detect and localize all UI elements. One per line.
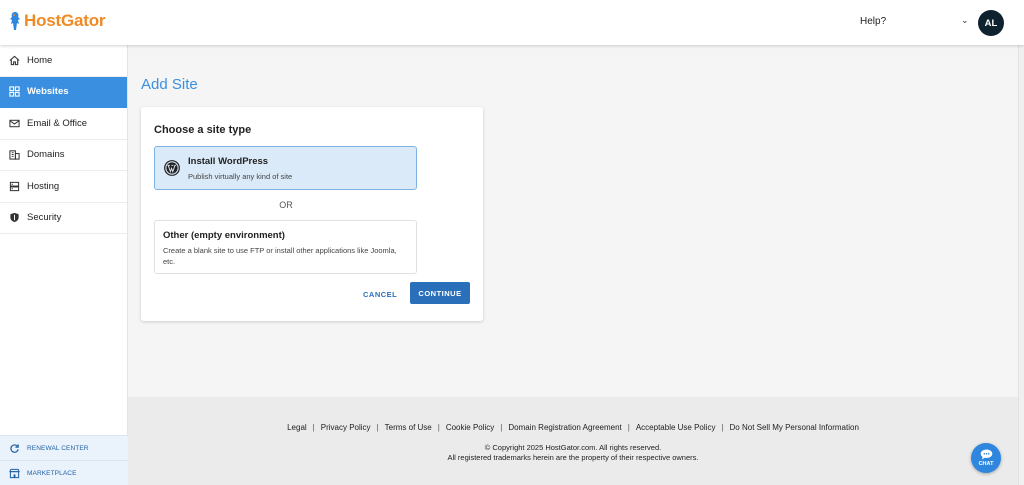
page-title: Add Site [141,76,198,93]
other-option-title: Other (empty environment) [163,230,285,241]
cancel-button[interactable]: CANCEL [363,284,397,305]
logo-text: HostGator [24,11,106,30]
footer-separator: | [627,423,630,432]
footer: Legal | Privacy Policy | Terms of Use | Cookie… [128,397,1018,485]
footer-link-legal[interactable]: Legal [287,423,307,432]
footer-link-domain-registration-agreement[interactable]: Domain Registration Agreement [508,423,621,432]
wordpress-icon [164,160,180,176]
sidebar-item-hosting[interactable]: Hosting [0,171,127,203]
other-option-description: Create a blank site to use FTP or instal… [163,246,397,266]
sidebar-item-label: Security [27,212,62,224]
footer-separator: | [437,423,440,432]
server-icon [9,181,20,192]
sidebar-item-security[interactable]: Security [0,203,127,234]
wordpress-option-title: Install WordPress [188,156,269,167]
marketplace-link[interactable]: MARKETPLACE [0,460,128,485]
top-bar: HostGator Help? ⌄ AL [0,0,1024,45]
sidebar-item-websites[interactable]: Websites [0,76,127,108]
footer-link-privacy-policy[interactable]: Privacy Policy [321,423,371,432]
gator-mascot-icon [10,12,20,30]
renewal-center-label: RENEWAL CENTER [27,444,89,452]
sidebar-item-label: Email & Office [27,117,88,129]
footer-link-terms-of-use[interactable]: Terms of Use [385,423,432,432]
scrollbar[interactable] [1018,45,1024,485]
shield-icon [9,212,20,223]
hostgator-logo[interactable]: HostGator [8,11,106,31]
continue-button[interactable]: CONTINUE [410,282,470,304]
help-menu[interactable]: Help? [860,16,886,27]
other-empty-environment-option[interactable]: Other (empty environment) Create a blank… [154,220,417,274]
sidebar-item-label: Hosting [27,180,60,192]
trademark-text: All registered trademarks herein are the… [447,453,699,462]
wordpress-option-description: Publish virtually any kind of site [188,172,293,181]
chat-button[interactable]: CHAT [971,443,1001,473]
sidebar-item-label: Websites [27,86,69,98]
install-wordpress-option[interactable]: Install WordPress Publish virtually any … [154,146,417,190]
home-icon [9,55,20,66]
footer-separator: | [376,423,379,432]
sidebar-item-domains[interactable]: Domains [0,140,127,171]
user-avatar[interactable]: AL [978,10,1004,36]
sidebar-item-home[interactable]: Home [0,45,127,77]
footer-link-cookie-policy[interactable]: Cookie Policy [446,423,494,432]
footer-link-acceptable-use-policy[interactable]: Acceptable Use Policy [636,423,716,432]
chat-bubble-icon [980,449,992,460]
mail-icon [9,118,20,129]
footer-separator: | [312,423,315,432]
store-icon [9,468,20,479]
footer-separator: | [500,423,503,432]
footer-links: Legal | Privacy Policy | Terms of Use | Cookie… [128,423,1018,432]
site-type-card: Choose a site type Install WordPress Pub… [141,107,483,321]
sidebar-bottom-links: RENEWAL CENTER MARKETPLACE [0,435,128,485]
building-icon [9,149,20,160]
grid-icon [9,86,20,97]
marketplace-label: MARKETPLACE [27,469,77,477]
footer-separator: | [721,423,724,432]
copyright-text: © Copyright 2025 HostGator.com. All righ… [484,443,662,452]
sidebar: Home Websites Email & Office Domains Hos… [0,45,128,485]
renewal-center-link[interactable]: RENEWAL CENTER [0,435,128,460]
chevron-down-icon[interactable]: ⌄ [961,15,969,26]
footer-link-do-not-sell[interactable]: Do Not Sell My Personal Information [730,423,859,432]
or-divider: OR [279,200,293,210]
footer-copyright: © Copyright 2025 HostGator.com. All righ… [128,443,1018,463]
sidebar-item-label: Home [27,54,53,66]
chat-label: CHAT [978,461,994,467]
sidebar-item-email-office[interactable]: Email & Office [0,108,127,140]
sidebar-item-label: Domains [27,149,65,161]
refresh-icon [9,443,20,454]
card-title: Choose a site type [154,124,252,136]
